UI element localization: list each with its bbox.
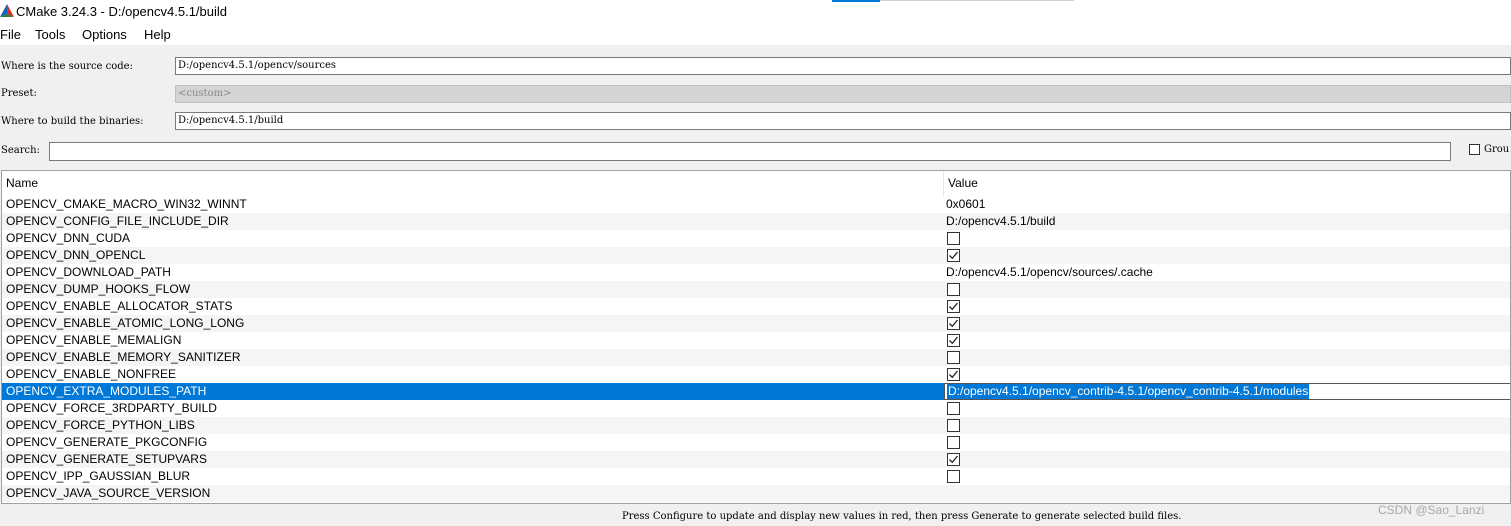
column-header-value[interactable]: Value	[944, 171, 1510, 196]
row-name: OPENCV_DUMP_HOOKS_FLOW	[6, 282, 191, 296]
table-row[interactable]: OPENCV_FORCE_PYTHON_LIBS	[2, 417, 1510, 434]
value-editor-input[interactable]: D:/opencv4.5.1/opencv_contrib-4.5.1/open…	[944, 383, 1510, 400]
value-checkbox[interactable]	[947, 249, 960, 262]
row-value[interactable]: D:/opencv4.5.1/opencv/sources/.cache	[946, 264, 1153, 281]
watermark: CSDN @Sao_Lanzi	[1378, 503, 1485, 517]
preset-combo[interactable]: <custom>	[175, 85, 1511, 103]
value-checkbox[interactable]	[947, 402, 960, 415]
value-checkbox[interactable]	[947, 419, 960, 432]
table-header: Name Value	[2, 171, 1510, 196]
cache-table: Name Value OPENCV_CMAKE_MACRO_WIN32_WINN…	[1, 170, 1511, 504]
search-input[interactable]	[49, 142, 1451, 161]
checkmark-icon	[949, 251, 959, 260]
row-name: OPENCV_DOWNLOAD_PATH	[6, 265, 171, 279]
value-checkbox[interactable]	[947, 334, 960, 347]
status-message: Press Configure to update and display ne…	[622, 511, 1182, 522]
cmake-app-icon	[0, 4, 14, 17]
value-checkbox[interactable]	[947, 300, 960, 313]
value-checkbox[interactable]	[947, 232, 960, 245]
row-name: OPENCV_GENERATE_PKGCONFIG	[6, 435, 208, 449]
row-value[interactable]: 0x0601	[946, 196, 985, 213]
table-row[interactable]: OPENCV_ENABLE_NONFREE	[2, 366, 1510, 383]
table-row[interactable]: OPENCV_FORCE_3RDPARTY_BUILD	[2, 400, 1510, 417]
table-row[interactable]: OPENCV_CMAKE_MACRO_WIN32_WINNT 0x0601	[2, 196, 1510, 213]
table-body: OPENCV_CMAKE_MACRO_WIN32_WINNT 0x0601 OPEN…	[2, 196, 1510, 502]
build-path-field[interactable]: D:/opencv4.5.1/build	[175, 112, 1511, 130]
value-checkbox[interactable]	[947, 436, 960, 449]
grouped-checkbox[interactable]: Grou	[1469, 144, 1509, 155]
table-row[interactable]: OPENCV_ENABLE_MEMORY_SANITIZER	[2, 349, 1510, 366]
value-checkbox[interactable]	[947, 351, 960, 364]
row-name: OPENCV_CONFIG_FILE_INCLUDE_DIR	[6, 214, 229, 228]
row-name: OPENCV_DNN_CUDA	[6, 231, 131, 245]
column-header-name[interactable]: Name	[2, 171, 944, 196]
value-checkbox[interactable]	[947, 453, 960, 466]
menu-options[interactable]: Options	[82, 27, 127, 42]
row-name: OPENCV_ENABLE_MEMALIGN	[6, 333, 182, 347]
menu-file[interactable]: File	[0, 27, 21, 42]
search-label: Search:	[1, 145, 40, 156]
table-row[interactable]: OPENCV_EXTRA_MODULES_PATH D:/opencv4.5.1/…	[2, 383, 1510, 400]
row-name: OPENCV_CMAKE_MACRO_WIN32_WINNT	[6, 197, 247, 211]
value-checkbox[interactable]	[947, 470, 960, 483]
table-row[interactable]: OPENCV_ENABLE_ALLOCATOR_STATS	[2, 298, 1510, 315]
row-name: OPENCV_ENABLE_ATOMIC_LONG_LONG	[6, 316, 245, 330]
checkmark-icon	[949, 302, 959, 311]
menu-help[interactable]: Help	[144, 27, 171, 42]
table-row[interactable]: OPENCV_ENABLE_MEMALIGN	[2, 332, 1510, 349]
titlebar-divider	[880, 0, 1074, 1]
checkmark-icon	[949, 336, 959, 345]
source-path-field[interactable]: D:/opencv4.5.1/opencv/sources	[175, 57, 1511, 75]
table-row[interactable]: OPENCV_CONFIG_FILE_INCLUDE_DIR D:/opencv4…	[2, 213, 1510, 230]
row-name: OPENCV_FORCE_PYTHON_LIBS	[6, 418, 195, 432]
binaries-label: Where to build the binaries:	[1, 116, 144, 127]
table-row[interactable]: OPENCV_GENERATE_SETUPVARS	[2, 451, 1510, 468]
row-name: OPENCV_EXTRA_MODULES_PATH	[6, 384, 207, 398]
window-title: CMake 3.24.3 - D:/opencv4.5.1/build	[16, 4, 228, 19]
table-row[interactable]: OPENCV_DUMP_HOOKS_FLOW	[2, 281, 1510, 298]
grouped-label: Grou	[1484, 144, 1510, 155]
value-checkbox[interactable]	[947, 368, 960, 381]
grouped-checkbox-box[interactable]	[1469, 144, 1480, 155]
table-row[interactable]: OPENCV_DOWNLOAD_PATH D:/opencv4.5.1/openc…	[2, 264, 1510, 281]
value-checkbox[interactable]	[947, 283, 960, 296]
row-name: OPENCV_FORCE_3RDPARTY_BUILD	[6, 401, 217, 415]
table-row[interactable]: OPENCV_DNN_CUDA	[2, 230, 1510, 247]
title-bar: CMake 3.24.3 - D:/opencv4.5.1/build	[0, 0, 1511, 24]
table-row[interactable]: OPENCV_IPP_GAUSSIAN_BLUR	[2, 468, 1510, 485]
selected-value-text: D:/opencv4.5.1/opencv_contrib-4.5.1/open…	[947, 384, 1310, 399]
preset-label: Preset:	[1, 88, 37, 99]
source-label: Where is the source code:	[1, 61, 133, 72]
checkmark-icon	[949, 319, 959, 328]
menu-tools[interactable]: Tools	[35, 27, 65, 42]
row-name: OPENCV_GENERATE_SETUPVARS	[6, 452, 207, 466]
row-value[interactable]: D:/opencv4.5.1/build	[946, 213, 1055, 230]
row-name: OPENCV_ENABLE_MEMORY_SANITIZER	[6, 350, 241, 364]
checkmark-icon	[949, 370, 959, 379]
row-name: OPENCV_ENABLE_ALLOCATOR_STATS	[6, 299, 233, 313]
table-row[interactable]: OPENCV_DNN_OPENCL	[2, 247, 1510, 264]
titlebar-accent-line	[832, 0, 880, 2]
table-row[interactable]: OPENCV_ENABLE_ATOMIC_LONG_LONG	[2, 315, 1510, 332]
row-name: OPENCV_ENABLE_NONFREE	[6, 367, 177, 381]
checkmark-icon	[949, 455, 959, 464]
table-row[interactable]: OPENCV_JAVA_SOURCE_VERSION	[2, 485, 1510, 502]
menu-bar: File Tools Options Help	[0, 24, 1511, 45]
row-name: OPENCV_JAVA_SOURCE_VERSION	[6, 486, 211, 500]
row-name: OPENCV_DNN_OPENCL	[6, 248, 146, 262]
value-checkbox[interactable]	[947, 317, 960, 330]
row-name: OPENCV_IPP_GAUSSIAN_BLUR	[6, 469, 191, 483]
table-row[interactable]: OPENCV_GENERATE_PKGCONFIG	[2, 434, 1510, 451]
